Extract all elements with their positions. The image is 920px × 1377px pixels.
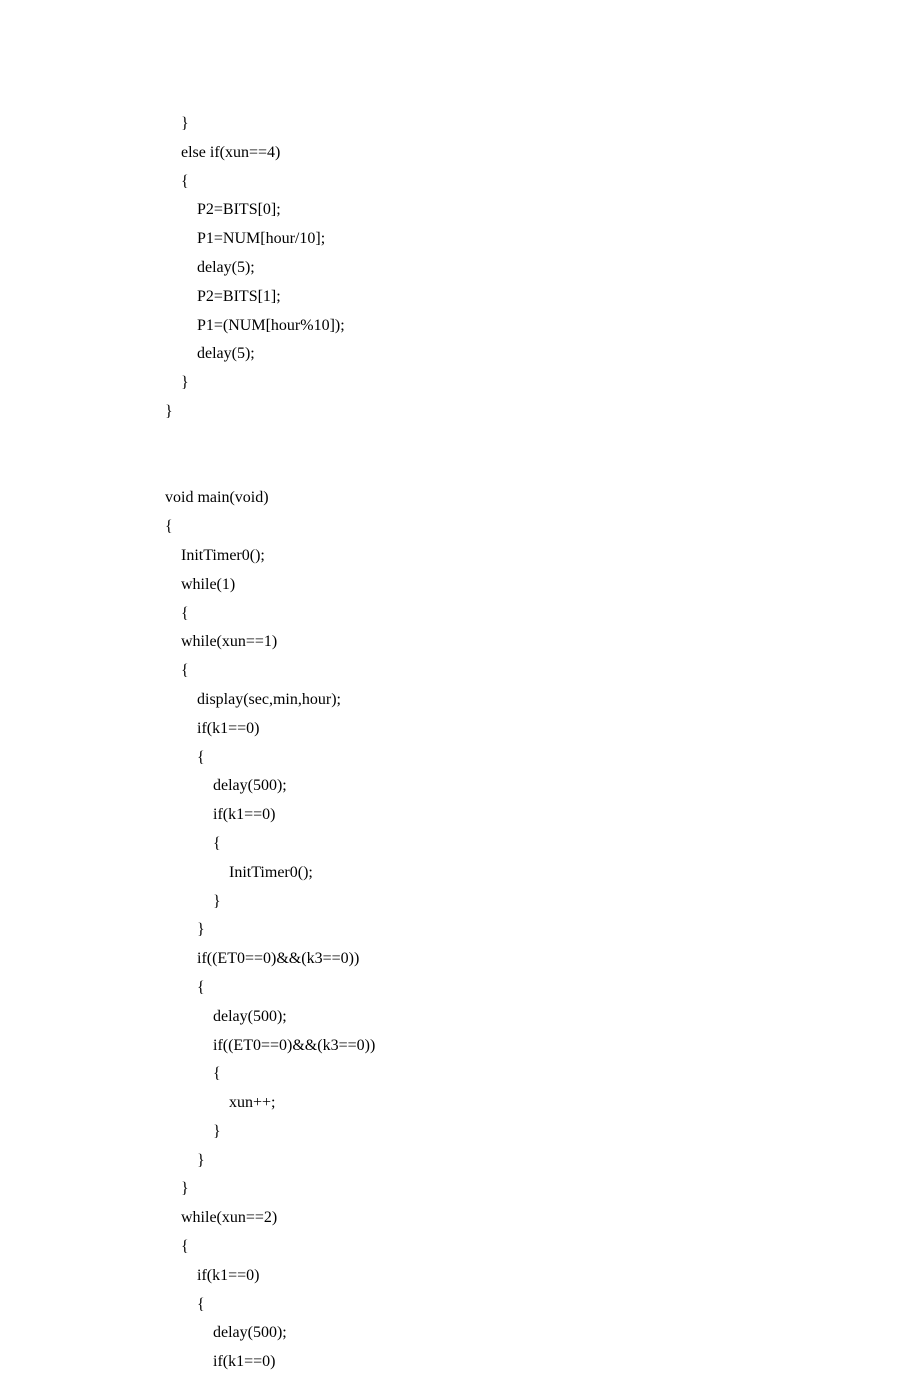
code-line: P1=(NUM[hour%10]); bbox=[165, 312, 920, 341]
code-line: while(1) bbox=[165, 571, 920, 600]
code-line: { bbox=[165, 830, 920, 859]
code-line: { bbox=[165, 657, 920, 686]
code-page: } else if(xun==4) { P2=BITS[0]; P1=NUM[h… bbox=[0, 0, 920, 1377]
code-line: delay(500); bbox=[165, 1003, 920, 1032]
code-line: if(k1==0) bbox=[165, 1262, 920, 1291]
code-line: { bbox=[165, 974, 920, 1003]
code-line: { bbox=[165, 168, 920, 197]
code-line: } bbox=[165, 1175, 920, 1204]
code-line: { bbox=[165, 744, 920, 773]
code-line: InitTimer0(); bbox=[165, 859, 920, 888]
code-line: P2=BITS[1]; bbox=[165, 283, 920, 312]
code-line: } bbox=[165, 1147, 920, 1176]
code-line: P2=BITS[0]; bbox=[165, 196, 920, 225]
code-line bbox=[165, 456, 920, 485]
code-line: else if(xun==4) bbox=[165, 139, 920, 168]
code-line: if((ET0==0)&&(k3==0)) bbox=[165, 1032, 920, 1061]
code-line: { bbox=[165, 1291, 920, 1320]
code-line: while(xun==1) bbox=[165, 628, 920, 657]
code-line: } bbox=[165, 369, 920, 398]
code-line: { bbox=[165, 600, 920, 629]
code-line: if(k1==0) bbox=[165, 801, 920, 830]
code-line: delay(5); bbox=[165, 254, 920, 283]
code-line: xun++; bbox=[165, 1089, 920, 1118]
code-line: delay(500); bbox=[165, 772, 920, 801]
code-line: } bbox=[165, 1118, 920, 1147]
code-line: void main(void) bbox=[165, 484, 920, 513]
code-line: if(k1==0) bbox=[165, 1348, 920, 1377]
code-line: if((ET0==0)&&(k3==0)) bbox=[165, 945, 920, 974]
code-block: } else if(xun==4) { P2=BITS[0]; P1=NUM[h… bbox=[165, 110, 920, 1377]
code-line: while(xun==2) bbox=[165, 1204, 920, 1233]
code-line: } bbox=[165, 888, 920, 917]
code-line bbox=[165, 427, 920, 456]
code-line: InitTimer0(); bbox=[165, 542, 920, 571]
code-line: { bbox=[165, 1233, 920, 1262]
code-line: } bbox=[165, 398, 920, 427]
code-line: } bbox=[165, 110, 920, 139]
code-line: { bbox=[165, 513, 920, 542]
code-line: delay(5); bbox=[165, 340, 920, 369]
code-line: if(k1==0) bbox=[165, 715, 920, 744]
code-line: { bbox=[165, 1060, 920, 1089]
code-line: display(sec,min,hour); bbox=[165, 686, 920, 715]
code-line: } bbox=[165, 916, 920, 945]
code-line: P1=NUM[hour/10]; bbox=[165, 225, 920, 254]
code-line: delay(500); bbox=[165, 1319, 920, 1348]
